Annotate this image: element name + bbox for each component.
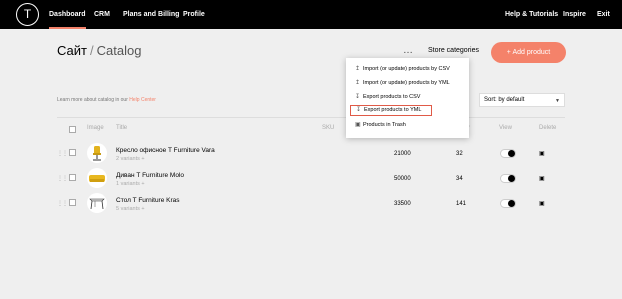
table-row[interactable]: ⋮⋮ Кресло офисное T Furniture Vara 2 var… <box>57 142 565 166</box>
learn-more-prefix: Learn more about catalog in our <box>57 97 128 103</box>
nav-profile[interactable]: Profile <box>183 0 205 29</box>
column-image: Image <box>87 125 104 131</box>
product-title[interactable]: Диван T Furniture Molo <box>116 172 184 179</box>
product-thumbnail[interactable] <box>87 168 107 188</box>
nav-crm[interactable]: CRM <box>94 0 110 29</box>
visibility-toggle[interactable] <box>500 149 516 158</box>
product-title[interactable]: Стол T Furniture Kras <box>116 197 180 204</box>
product-title[interactable]: Кресло офисное T Furniture Vara <box>116 147 215 154</box>
menu-import-csv[interactable]: ↥ Import (or update) products by CSV <box>350 63 450 75</box>
nav-exit[interactable]: Exit <box>597 0 610 29</box>
product-price: 21000 <box>394 151 411 157</box>
product-variants[interactable]: 1 variants + <box>116 181 145 187</box>
product-quantity: 34 <box>456 176 463 182</box>
breadcrumb-site[interactable]: Сайт <box>57 43 87 58</box>
breadcrumb: Сайт / Catalog <box>57 43 141 58</box>
product-thumbnail[interactable] <box>87 143 107 163</box>
product-price: 33500 <box>394 201 411 207</box>
download-icon: ↧ <box>356 107 362 113</box>
row-checkbox[interactable] <box>69 199 76 206</box>
help-center-link[interactable]: Help Center <box>129 97 156 103</box>
nav-dashboard[interactable]: Dashboard <box>49 0 86 29</box>
learn-more-text: Learn more about catalog in our Help Cen… <box>57 97 156 103</box>
drag-handle-icon[interactable]: ⋮⋮ <box>57 200 68 207</box>
product-variants[interactable]: 5 variants + <box>116 206 145 212</box>
trash-icon[interactable]: ▣ <box>539 150 545 157</box>
menu-import-yml[interactable]: ↥ Import (or update) products by YML <box>350 77 450 89</box>
store-categories-link[interactable]: Store categories <box>428 47 479 54</box>
table-image <box>89 198 105 210</box>
add-product-button[interactable]: + Add product <box>491 42 566 63</box>
drag-handle-icon[interactable]: ⋮⋮ <box>57 175 68 182</box>
visibility-toggle[interactable] <box>500 174 516 183</box>
column-title[interactable]: Title <box>116 125 127 131</box>
row-checkbox[interactable] <box>69 149 76 156</box>
sofa-image <box>89 175 105 182</box>
menu-products-trash[interactable]: ▣ Products in Trash <box>350 119 406 131</box>
menu-item-label: Import (or update) products by YML <box>363 80 450 86</box>
catalog-actions-menu: ↥ Import (or update) products by CSV ↥ Imp… <box>346 58 469 138</box>
drag-handle-icon[interactable]: ⋮⋮ <box>57 150 68 157</box>
table-row[interactable]: ⋮⋮ Стол T Furniture Kras 5 variants + 33… <box>57 192 565 216</box>
breadcrumb-separator: / <box>89 43 94 58</box>
product-quantity: 32 <box>456 151 463 157</box>
upload-icon: ↥ <box>355 66 361 72</box>
nav-inspire[interactable]: Inspire <box>563 0 586 29</box>
menu-item-label: Products in Trash <box>363 122 406 128</box>
select-all-checkbox[interactable] <box>69 126 76 133</box>
product-price: 50000 <box>394 176 411 182</box>
menu-export-yml[interactable]: ↧ Export products to YML <box>350 105 432 116</box>
breadcrumb-page: Catalog <box>96 43 142 58</box>
visibility-toggle[interactable] <box>500 199 516 208</box>
sort-select[interactable]: Sort: by default ▼ <box>479 93 565 107</box>
product-thumbnail[interactable] <box>87 193 107 213</box>
trash-icon[interactable]: ▣ <box>539 200 545 207</box>
product-variants[interactable]: 2 variants + <box>116 156 145 162</box>
menu-item-label: Export products to CSV <box>363 94 421 100</box>
column-sku: SKU <box>322 125 335 131</box>
trash-icon: ▣ <box>355 122 361 128</box>
upload-icon: ↥ <box>355 80 361 86</box>
table-row[interactable]: ⋮⋮ Диван T Furniture Molo 1 variants + 5… <box>57 167 565 191</box>
column-view: View <box>499 125 512 131</box>
chair-image <box>93 146 101 161</box>
nav-plans-billing[interactable]: Plans and Billing <box>123 0 179 29</box>
menu-item-label: Export products to YML <box>364 107 422 113</box>
column-delete: Delete <box>539 125 557 131</box>
tilda-logo[interactable]: T <box>16 3 39 26</box>
sort-value: Sort: by default <box>484 97 525 103</box>
chevron-down-icon: ▼ <box>555 98 560 104</box>
more-options-button[interactable]: … <box>403 45 414 56</box>
trash-icon[interactable]: ▣ <box>539 175 545 182</box>
divider <box>57 117 565 118</box>
download-icon: ↧ <box>355 94 361 100</box>
menu-item-label: Import (or update) products by CSV <box>363 66 450 72</box>
product-quantity: 141 <box>456 201 467 207</box>
top-navigation: T Dashboard CRM Plans and Billing Profil… <box>0 0 622 29</box>
nav-help-tutorials[interactable]: Help & Tutorials <box>505 0 558 29</box>
menu-export-csv[interactable]: ↧ Export products to CSV <box>350 91 420 103</box>
row-checkbox[interactable] <box>69 174 76 181</box>
